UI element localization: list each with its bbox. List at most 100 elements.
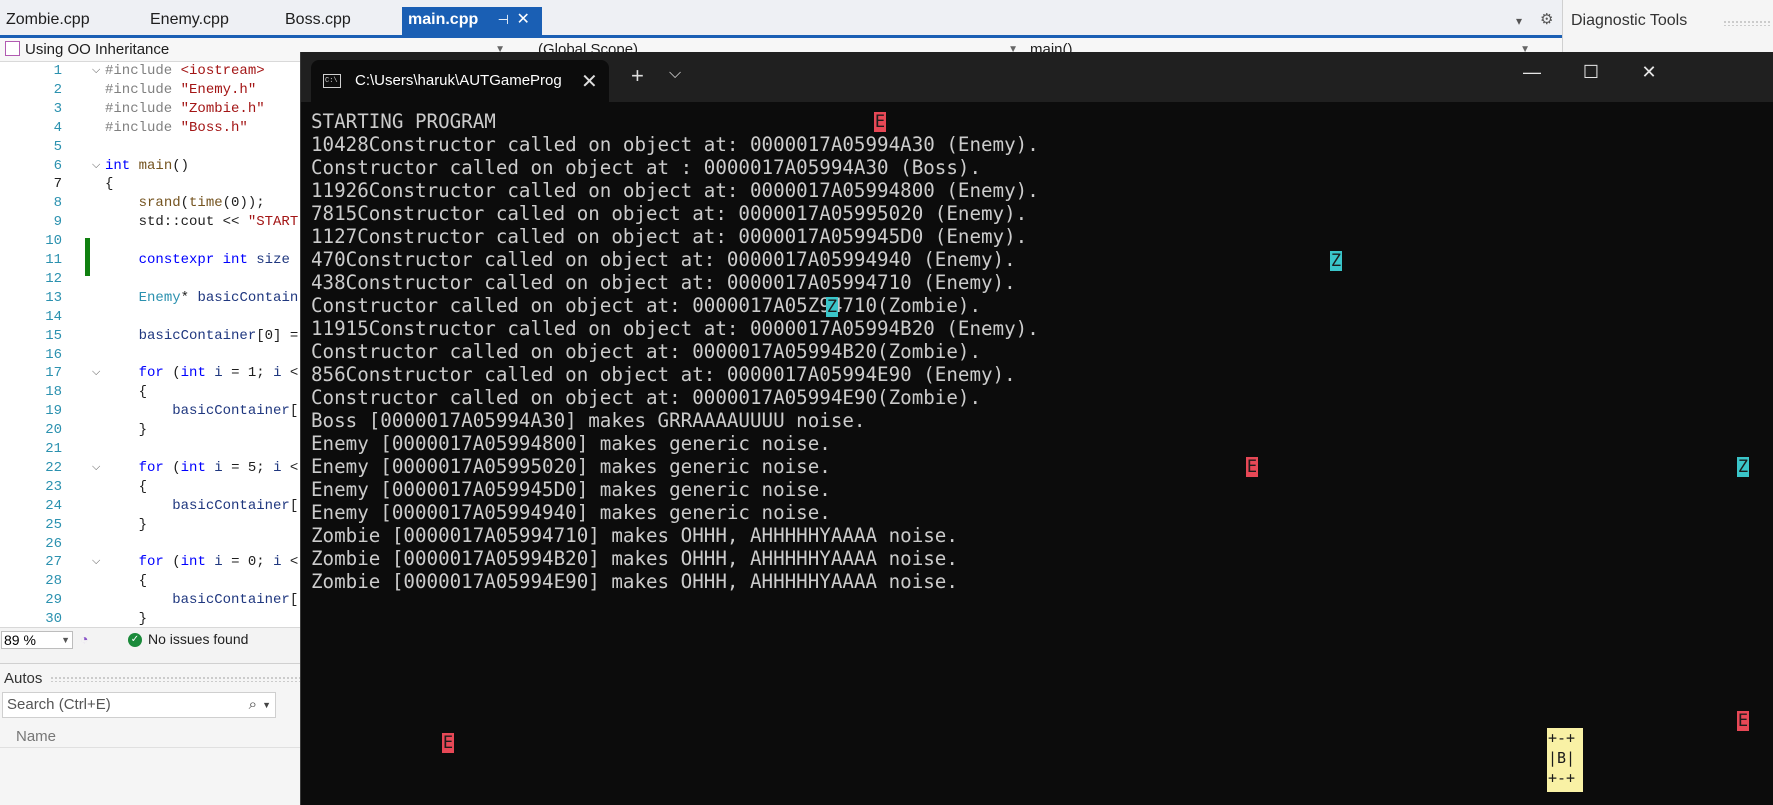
code-line: for (int i = 1; i < xyxy=(138,365,299,382)
line-number: 21 xyxy=(45,441,62,457)
console-line: Constructor called on object at: 0000017… xyxy=(311,340,982,363)
console-line: 470Constructor called on object at: 0000… xyxy=(311,248,1016,271)
close-tab-icon[interactable]: ✕ xyxy=(581,69,598,94)
fold-icon[interactable]: ⌵ xyxy=(92,364,100,383)
search-icon[interactable]: ⌕ xyxy=(249,693,257,717)
check-circle-icon: ✓ xyxy=(128,633,142,647)
terminal-output[interactable]: STARTING PROGRAM 10428Constructor called… xyxy=(311,110,1771,800)
line-number: 19 xyxy=(45,403,62,420)
line-number: 15 xyxy=(45,327,62,344)
console-line: Constructor called on object at: 0000017… xyxy=(311,294,982,317)
fold-icon[interactable]: ⌵ xyxy=(92,459,100,478)
zoom-value: 89 % xyxy=(4,632,36,648)
line-number: 29 xyxy=(45,592,62,609)
panel-grip[interactable] xyxy=(50,676,300,682)
console-line: 438Constructor called on object at: 0000… xyxy=(311,271,1016,294)
tab-label: main.cpp xyxy=(408,11,479,28)
line-number: 18 xyxy=(45,384,62,401)
zoom-select[interactable]: 89 % ▼ xyxy=(1,631,73,649)
tab-label: Boss.cpp xyxy=(285,11,351,28)
console-line: Zombie [0000017A05994710] makes OHHH, AH… xyxy=(311,524,958,547)
line-number: 30 xyxy=(45,611,62,627)
fold-icon[interactable]: ⌵ xyxy=(92,553,100,572)
diagnostic-tools-title: Diagnostic Tools xyxy=(1571,12,1688,29)
tab-label: Zombie.cpp xyxy=(6,11,90,28)
line-number: 10 xyxy=(45,233,62,250)
line-number: 28 xyxy=(45,573,62,590)
minimize-icon[interactable]: — xyxy=(1517,62,1547,83)
terminal-tab-title: C:\Users\haruk\AUTGameProg xyxy=(355,72,561,89)
boss-sprite-top: +-+ xyxy=(1548,729,1576,747)
console-line: Zombie [0000017A05994B20] makes OHHH, AH… xyxy=(311,547,958,570)
line-number: 24 xyxy=(45,497,62,514)
line-number: 22 xyxy=(45,459,62,476)
fold-icon[interactable]: ⌵ xyxy=(92,157,100,176)
code-editor[interactable]: 1 ⌵ #include <iostream> 2 #include "Enemy.h… xyxy=(0,62,300,627)
code-line: #include <iostream> xyxy=(105,63,265,79)
console-line: 7815Constructor called on object at: 000… xyxy=(311,202,1028,225)
console-line: 1127Constructor called on object at: 000… xyxy=(311,225,1028,248)
console-line: 856Constructor called on object at: 0000… xyxy=(311,363,1016,386)
code-line: srand(time(0)); xyxy=(138,195,265,212)
line-number: 6 xyxy=(53,157,62,174)
tab-list-dropdown-icon[interactable]: ▾ xyxy=(1516,14,1522,28)
line-number: 2 xyxy=(53,81,62,98)
console-line: 10428Constructor called on object at: 00… xyxy=(311,133,1039,156)
code-line: constexpr int size xyxy=(138,252,290,268)
tab-enemy-cpp[interactable]: Enemy.cpp xyxy=(144,7,229,38)
code-line: std::cout << "START xyxy=(105,214,299,231)
terminal-title-bar[interactable]: C:\ C:\Users\haruk\AUTGameProg ✕ + ⌵ — ☐… xyxy=(301,52,1773,102)
code-line: Enemy* basicContain xyxy=(138,289,299,306)
code-line: #include "Boss.h" xyxy=(105,119,248,136)
column-name[interactable]: Name xyxy=(16,728,56,745)
search-placeholder: Search (Ctrl+E) xyxy=(7,696,111,713)
diagnostic-tools-panel: Diagnostic Tools xyxy=(1562,0,1773,60)
boss-sprite: +-+ |B| +-+ xyxy=(1547,728,1583,792)
autos-column-header: Name xyxy=(0,724,300,748)
panel-grip[interactable] xyxy=(1723,20,1771,26)
project-icon xyxy=(5,41,20,56)
code-line: } xyxy=(105,516,148,533)
line-number: 23 xyxy=(45,478,62,495)
code-line: { xyxy=(105,176,114,193)
code-line: } xyxy=(105,422,148,439)
chevron-down-icon[interactable]: ⌵ xyxy=(669,65,681,83)
console-line: Constructor called on object at : 000001… xyxy=(311,156,982,179)
line-number: 26 xyxy=(45,535,62,552)
fold-icon[interactable]: ⌵ xyxy=(92,62,100,81)
copilot-icon[interactable]: ◔ xyxy=(80,631,88,647)
console-line: 11926Constructor called on object at: 00… xyxy=(311,179,1039,202)
enemy-sprite: E xyxy=(1246,457,1258,477)
terminal-tab[interactable]: C:\ C:\Users\haruk\AUTGameProg ✕ xyxy=(311,60,609,102)
issues-status[interactable]: No issues found xyxy=(148,631,248,647)
line-number: 11 xyxy=(45,252,62,268)
project-name: Using OO Inheritance xyxy=(25,41,170,58)
line-number: 14 xyxy=(45,308,62,325)
pin-icon[interactable]: ⊣ xyxy=(496,7,510,33)
new-tab-icon[interactable]: + xyxy=(631,63,644,89)
code-line: basicContainer[ xyxy=(172,592,299,609)
document-tab-strip: Zombie.cpp Enemy.cpp Boss.cpp main.cpp ⊣ ✕… xyxy=(0,0,1773,38)
autos-search-input[interactable]: Search (Ctrl+E) ⌕ ▼ xyxy=(2,692,276,718)
tab-zombie-cpp[interactable]: Zombie.cpp xyxy=(0,7,90,38)
line-number: 7 xyxy=(53,176,62,193)
line-number: 8 xyxy=(53,195,62,212)
console-line: Enemy [0000017A05994940] makes generic n… xyxy=(311,501,831,524)
code-line: for (int i = 0; i < xyxy=(138,554,299,571)
enemy-sprite: E xyxy=(1737,711,1749,731)
code-line: basicContainer[ xyxy=(172,497,299,514)
enemy-sprite: E xyxy=(442,733,454,753)
close-icon[interactable]: ✕ xyxy=(516,7,530,33)
code-line: for (int i = 5; i < xyxy=(138,459,299,476)
console-line: Enemy [0000017A05995020] makes generic n… xyxy=(311,455,831,478)
maximize-icon[interactable]: ☐ xyxy=(1576,62,1606,83)
tab-main-cpp[interactable]: main.cpp ⊣ ✕ xyxy=(402,7,543,38)
close-window-icon[interactable]: ✕ xyxy=(1634,62,1664,83)
boss-sprite-mid: |B| xyxy=(1548,749,1576,767)
chevron-down-icon[interactable]: ▼ xyxy=(262,693,271,717)
tab-boss-cpp[interactable]: Boss.cpp xyxy=(279,7,351,38)
code-line: #include "Enemy.h" xyxy=(105,81,257,98)
chevron-down-icon[interactable]: ▼ xyxy=(61,632,70,648)
code-line: { xyxy=(105,478,148,495)
gear-icon[interactable]: ⚙ xyxy=(1540,10,1553,28)
